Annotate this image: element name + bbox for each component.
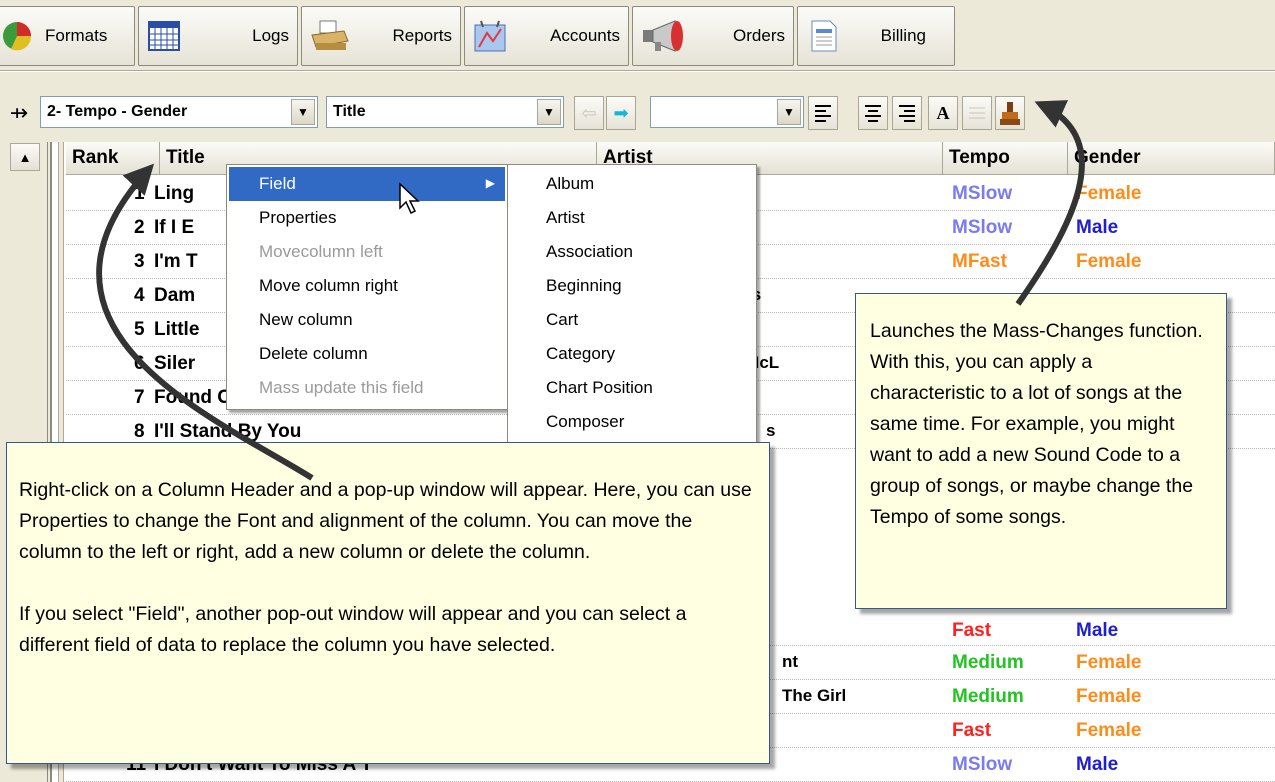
arrow-to-stamp-button — [1015, 100, 1085, 306]
arrow-to-header — [96, 163, 314, 481]
callout-arrows — [96, 100, 1085, 481]
